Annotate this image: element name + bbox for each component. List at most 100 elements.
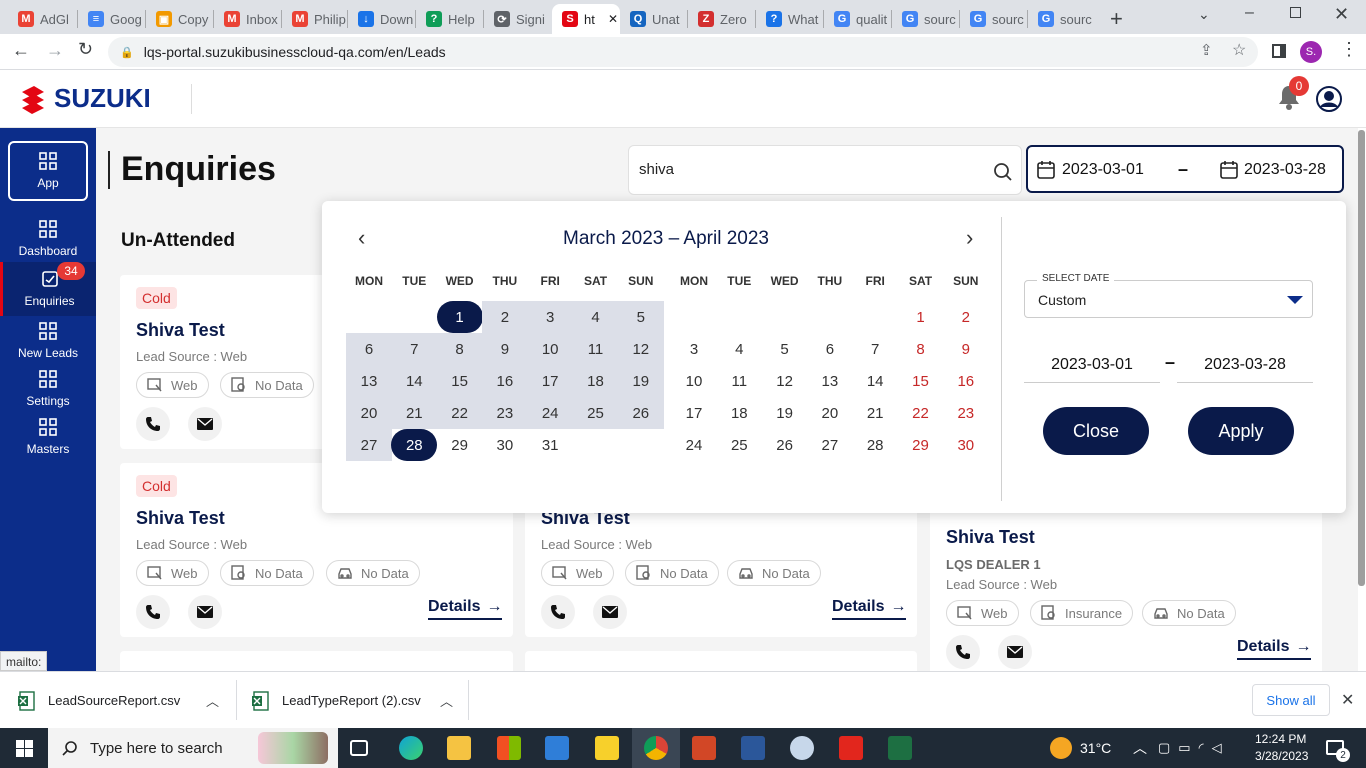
suzuki-logo[interactable]: SUZUKI [18, 83, 151, 114]
browser-tab[interactable]: M AdGl [8, 4, 74, 34]
calendar-day[interactable]: 16 [481, 365, 528, 397]
minimize-button[interactable]: – [1245, 4, 1254, 22]
email-button[interactable] [593, 595, 627, 629]
calendar-day[interactable]: 30 [482, 429, 528, 461]
calendar-day[interactable]: 4 [572, 301, 619, 333]
calendar-day[interactable]: 22 [898, 397, 944, 429]
calendar-day[interactable]: 14 [391, 365, 438, 397]
calendar-day[interactable]: 23 [943, 397, 989, 429]
browser-tab[interactable]: Gsourc [892, 4, 958, 34]
close-downloads-icon[interactable]: ✕ [1341, 690, 1354, 710]
calendar-day[interactable]: 19 [762, 397, 808, 429]
calendar-day[interactable]: 15 [436, 365, 483, 397]
browser-tab[interactable]: ? Help [416, 4, 482, 34]
browser-tab[interactable]: Gsourc [1028, 4, 1094, 34]
browser-tab[interactable]: Sht ✕ [552, 4, 620, 34]
page-scrollbar-thumb[interactable] [1358, 130, 1365, 586]
sidebar-item-settings[interactable]: Settings [0, 370, 96, 408]
call-button[interactable] [136, 407, 170, 441]
lead-card[interactable] [120, 651, 513, 671]
email-button[interactable] [188, 407, 222, 441]
browser-tab[interactable]: M Inbox [214, 4, 280, 34]
calendar-day[interactable]: 21 [852, 397, 898, 429]
calendar-day[interactable]: 26 [762, 429, 808, 461]
calendar-day[interactable]: 11 [716, 365, 762, 397]
search-input[interactable]: shiva [639, 161, 674, 178]
browser-menu-icon[interactable]: ⋮ [1340, 39, 1358, 60]
date-to-field[interactable]: 2023-03-28 [1244, 161, 1326, 179]
share-icon[interactable]: ⇪ [1200, 41, 1213, 59]
calendar-day[interactable]: 5 [617, 301, 664, 333]
lead-card[interactable]: Shiva Test LQS DEALER 1 Lead Source : We… [930, 503, 1322, 671]
custom-to-input[interactable]: 2023-03-28 [1177, 347, 1313, 383]
file-explorer-icon[interactable] [447, 736, 471, 760]
show-all-button[interactable]: Show all [1252, 684, 1330, 716]
calendar-day[interactable]: 7 [391, 333, 438, 365]
clock-time[interactable]: 12:24 PM [1255, 732, 1306, 746]
browser-tab[interactable]: ↓ Down [348, 4, 414, 34]
calendar-day[interactable]: 24 [527, 397, 574, 429]
email-button[interactable] [188, 595, 222, 629]
calendar-day[interactable]: 26 [617, 397, 664, 429]
chevron-up-icon[interactable]: ︿ [440, 691, 453, 710]
edge-browser-icon[interactable] [399, 736, 423, 760]
calendar-day[interactable]: 14 [852, 365, 898, 397]
user-account-button[interactable] [1316, 86, 1342, 112]
acrobat-icon[interactable] [839, 736, 863, 760]
download-item[interactable]: LeadTypeReport (2).csv ︿ [252, 672, 468, 729]
powerpoint-icon[interactable] [692, 736, 716, 760]
date-from-field[interactable]: 2023-03-01 [1062, 161, 1144, 179]
date-range-picker[interactable]: 2023-03-01 – 2023-03-28 [1026, 145, 1344, 193]
calendar-day[interactable]: 2 [943, 301, 989, 333]
sidebar-item-masters[interactable]: Masters [0, 418, 96, 456]
microsoft-store-icon[interactable] [497, 736, 521, 760]
calendar-day[interactable]: 3 [671, 333, 717, 365]
calendar-day[interactable]: 27 [807, 429, 853, 461]
details-link[interactable]: Details → [832, 598, 907, 620]
calendar-day[interactable]: 6 [807, 333, 853, 365]
sidebar-item-dashboard[interactable]: Dashboard [0, 220, 96, 258]
calendar-day[interactable]: 11 [572, 333, 619, 365]
paint-icon[interactable] [790, 736, 814, 760]
calendar-day[interactable]: 29 [437, 429, 483, 461]
close-button[interactable]: Close [1043, 407, 1149, 455]
search-box[interactable]: shiva [628, 145, 1022, 195]
tray-icons[interactable]: ▢▭◜◁ [1158, 740, 1230, 756]
sticky-notes-icon[interactable] [595, 736, 619, 760]
weather-temperature[interactable]: 31°C [1080, 740, 1111, 756]
chrome-browser-icon[interactable] [644, 736, 668, 760]
apply-button[interactable]: Apply [1188, 407, 1294, 455]
calendar-day[interactable]: 22 [436, 397, 483, 429]
side-panel-icon[interactable] [1272, 44, 1286, 58]
calendar-day[interactable]: 28 [852, 429, 898, 461]
calendar-day[interactable]: 24 [671, 429, 717, 461]
calendar-day[interactable]: 28 [391, 429, 438, 461]
calendar-day[interactable]: 12 [617, 333, 664, 365]
calendar-day[interactable]: 20 [346, 397, 392, 429]
calendar-day[interactable]: 18 [716, 397, 762, 429]
calendar-day[interactable]: 13 [807, 365, 853, 397]
browser-tab[interactable]: M Philip [282, 4, 348, 34]
taskbar-search-box[interactable]: Type here to search [48, 728, 338, 768]
calendar-day[interactable]: 18 [572, 365, 619, 397]
calendar-day[interactable]: 10 [671, 365, 717, 397]
calendar-day[interactable]: 10 [527, 333, 574, 365]
calendar-day[interactable]: 3 [527, 301, 574, 333]
mail-app-icon[interactable] [545, 736, 569, 760]
sidebar-item-app[interactable]: App [8, 141, 88, 201]
close-window-button[interactable]: ✕ [1334, 4, 1349, 25]
calendar-day[interactable]: 31 [527, 429, 573, 461]
close-tab-icon[interactable]: ✕ [608, 12, 618, 26]
browser-tab[interactable]: ≡ Goog [78, 4, 144, 34]
calendar-day[interactable]: 17 [671, 397, 717, 429]
calendar-day[interactable]: 7 [852, 333, 898, 365]
calendar-day[interactable]: 20 [807, 397, 853, 429]
calendar-day[interactable]: 21 [391, 397, 438, 429]
email-button[interactable] [998, 635, 1032, 669]
calendar-day[interactable]: 15 [898, 365, 944, 397]
address-bar[interactable]: 🔒 lqs-portal.suzukibusinesscloud-qa.com/… [108, 37, 1258, 67]
calendar-day[interactable]: 12 [762, 365, 808, 397]
calendar-day[interactable]: 8 [436, 333, 483, 365]
browser-tab[interactable]: Gqualit [824, 4, 890, 34]
word-icon[interactable] [741, 736, 765, 760]
